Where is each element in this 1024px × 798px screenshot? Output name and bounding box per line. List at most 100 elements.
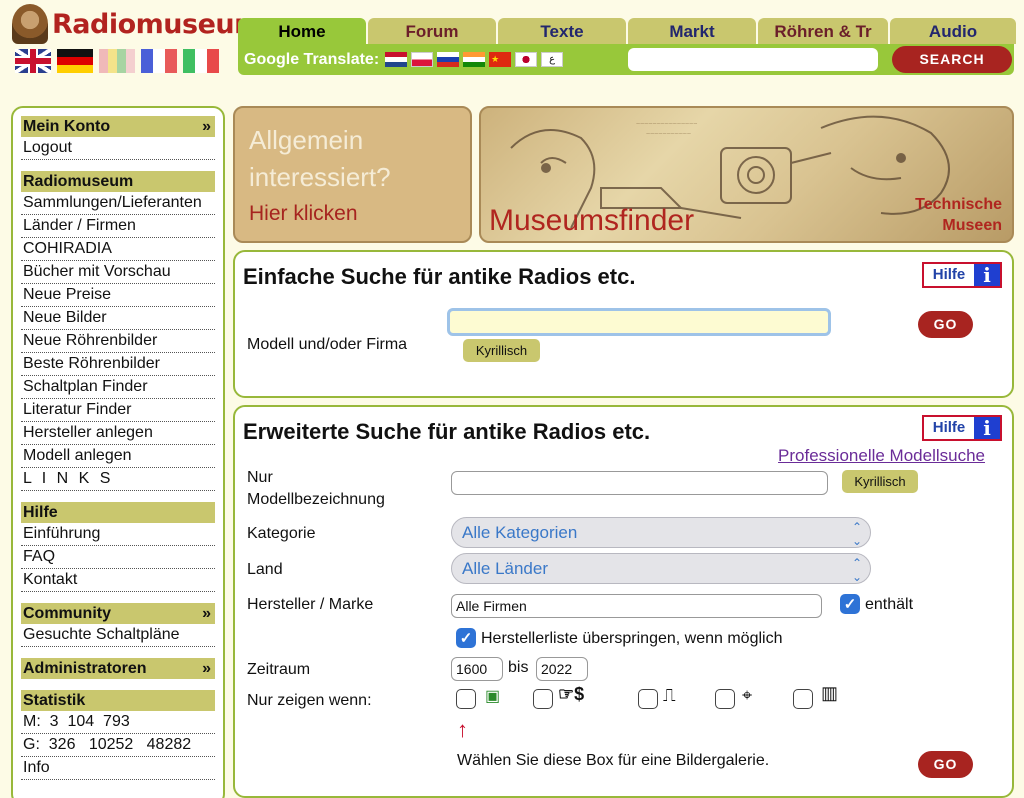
sidebar-item-info[interactable]: Info	[21, 757, 215, 780]
price-filter-checkbox[interactable]	[533, 689, 553, 709]
language-flags	[15, 49, 219, 73]
tab-forum[interactable]: Forum	[368, 18, 496, 44]
netherlands-flag-icon[interactable]	[385, 52, 408, 67]
sidebar-heading-mein-konto[interactable]: Mein Konto »	[21, 116, 215, 137]
sidebar-item-links[interactable]: L I N K S	[21, 468, 215, 491]
site-search-input[interactable]	[628, 48, 878, 71]
chevron-right-icon: »	[202, 660, 211, 677]
tab-markt[interactable]: Markt	[628, 18, 756, 44]
technische-label: Technische	[915, 196, 1002, 213]
tab-texte[interactable]: Texte	[498, 18, 626, 44]
schematic-icon: ⎍	[663, 685, 676, 705]
sidebar-item-schaltplan-finder[interactable]: Schaltplan Finder	[21, 376, 215, 399]
museen-label: Museen	[942, 217, 1002, 234]
keyboard-filter-checkbox[interactable]	[793, 689, 813, 709]
japan-flag-icon[interactable]	[515, 52, 538, 67]
hersteller-input[interactable]	[451, 594, 822, 618]
simple-search-input[interactable]	[447, 308, 831, 336]
sidebar-item-gesuchte-schaltplaene[interactable]: Gesuchte Schaltpläne	[21, 624, 215, 647]
kategorie-label: Kategorie	[247, 525, 316, 542]
zeitraum-from-input[interactable]	[451, 657, 503, 681]
herstellerliste-checkbox[interactable]: ✓	[456, 628, 476, 648]
sidebar-heading-radiomuseum: Radiomuseum	[21, 171, 215, 192]
kyrillisch-button[interactable]: Kyrillisch	[842, 470, 918, 493]
arabic-flag-icon[interactable]: ع	[541, 52, 564, 67]
nur-zeigen-label: Nur zeigen wenn:	[247, 692, 372, 709]
sidebar-item-buecher[interactable]: Bücher mit Vorschau	[21, 261, 215, 284]
professionelle-modellsuche-link[interactable]: Professionelle Modellsuche	[778, 446, 985, 466]
chevron-right-icon: »	[202, 605, 211, 622]
sidebar-item-neue-roehrenbilder[interactable]: Neue Röhrenbilder	[21, 330, 215, 353]
india-flag-icon[interactable]	[463, 52, 486, 67]
svg-text:~~~~~~~~~~~: ~~~~~~~~~~~	[646, 131, 691, 138]
search-button[interactable]: SEARCH	[892, 46, 1012, 73]
sidebar-heading-hilfe: Hilfe	[21, 502, 215, 523]
china-flag-icon[interactable]: ★	[489, 52, 512, 67]
sidebar-item-literatur-finder[interactable]: Literatur Finder	[21, 399, 215, 422]
russia-flag-icon[interactable]	[437, 52, 460, 67]
zeitraum-to-input[interactable]	[536, 657, 588, 681]
germany-flag-icon[interactable]	[57, 49, 93, 73]
tab-roehren[interactable]: Röhren & Tr	[758, 18, 888, 44]
site-logo[interactable]: Radiomuseum	[12, 4, 262, 44]
chevron-right-icon: »	[202, 118, 211, 135]
sidebar-item-kontakt[interactable]: Kontakt	[21, 569, 215, 592]
photo-filter-checkbox[interactable]	[456, 689, 476, 709]
hersteller-label: Hersteller / Marke	[247, 596, 374, 613]
herstellerliste-label: Herstellerliste überspringen, wenn mögli…	[481, 630, 783, 647]
enthaelt-checkbox[interactable]: ✓	[840, 594, 860, 614]
sidebar-item-einfuehrung[interactable]: Einführung	[21, 523, 215, 546]
france-flag-icon[interactable]	[141, 49, 177, 73]
italy-flag-icon[interactable]	[183, 49, 219, 73]
sidebar-item-modell-anlegen[interactable]: Modell anlegen	[21, 445, 215, 468]
tab-home[interactable]: Home	[238, 18, 366, 44]
sidebar-item-laender-firmen[interactable]: Länder / Firmen	[21, 215, 215, 238]
zeitraum-label: Zeitraum	[247, 661, 311, 678]
hier-klicken-link[interactable]: Hier klicken	[249, 202, 456, 226]
allgemein-banner[interactable]: Allgemein interessiert? Hier klicken	[233, 106, 472, 243]
tube-filter-checkbox[interactable]	[715, 689, 735, 709]
spain-flag-icon[interactable]	[99, 49, 135, 73]
hilfe-label: Hilfe	[932, 266, 966, 283]
poland-flag-icon[interactable]	[411, 52, 434, 67]
land-select[interactable]: Alle Länder ⌃ ⌄	[451, 553, 871, 584]
kategorie-select[interactable]: Alle Kategorien ⌃ ⌄	[451, 517, 871, 548]
photo-icon: ▣	[485, 688, 501, 705]
hilfe-button[interactable]: Hilfe i	[922, 262, 1002, 288]
technische-museen-label: Technische Museen	[915, 194, 1002, 236]
schematic-filter-checkbox[interactable]	[638, 689, 658, 709]
sidebar-item-faq[interactable]: FAQ	[21, 546, 215, 569]
uk-flag-icon[interactable]	[15, 49, 51, 73]
modellbezeichnung-input[interactable]	[451, 471, 828, 495]
main-nav-tabs: Home Forum Texte Markt Röhren & Tr Audio	[238, 18, 1016, 44]
banner-question: Allgemein interessiert?	[249, 122, 456, 196]
sidebar-heading-label: Mein Konto	[23, 118, 111, 135]
sidebar-item-sammlungen[interactable]: Sammlungen/Lieferanten	[21, 192, 215, 215]
bis-label: bis	[508, 659, 529, 676]
sidebar-heading-statistik: Statistik	[21, 690, 215, 711]
sidebar-item-neue-preise[interactable]: Neue Preise	[21, 284, 215, 307]
bildergalerie-hint: Wählen Sie diese Box für eine Bildergale…	[457, 752, 770, 769]
banner-question-line2: interessiert?	[249, 162, 391, 192]
extended-go-button[interactable]: GO	[918, 751, 973, 778]
sidebar-item-cohiradia[interactable]: COHIRADIA	[21, 238, 215, 261]
sidebar-heading-label: Administratoren	[23, 660, 147, 677]
statistik-members: M: 3 104 793	[21, 711, 215, 734]
price-hand-icon: ☞$	[558, 684, 585, 704]
kyrillisch-button[interactable]: Kyrillisch	[463, 339, 540, 362]
chevron-updown-icon: ⌃ ⌄	[851, 520, 862, 548]
sidebar-item-beste-roehrenbilder[interactable]: Beste Röhrenbilder	[21, 353, 215, 376]
tab-audio[interactable]: Audio	[890, 18, 1016, 44]
simple-go-button[interactable]: GO	[918, 311, 973, 338]
simple-search-title: Einfache Suche für antike Radios etc.	[243, 264, 636, 289]
sidebar-heading-administratoren[interactable]: Administratoren »	[21, 658, 215, 679]
hilfe-button[interactable]: Hilfe i	[922, 415, 1002, 441]
sidebar-heading-community[interactable]: Community »	[21, 603, 215, 624]
museumsfinder-title: Museumsfinder	[489, 204, 695, 237]
sidebar-item-hersteller-anlegen[interactable]: Hersteller anlegen	[21, 422, 215, 445]
up-arrow-icon: ↑	[457, 717, 468, 742]
museumsfinder-banner[interactable]: ~~~~~~~~~~~~~~~ ~~~~~~~~~~~ Museumsfinde…	[479, 106, 1014, 243]
sidebar-item-neue-bilder[interactable]: Neue Bilder	[21, 307, 215, 330]
keyboard-icon: ▥	[821, 683, 839, 703]
sidebar-item-logout[interactable]: Logout	[21, 137, 215, 160]
